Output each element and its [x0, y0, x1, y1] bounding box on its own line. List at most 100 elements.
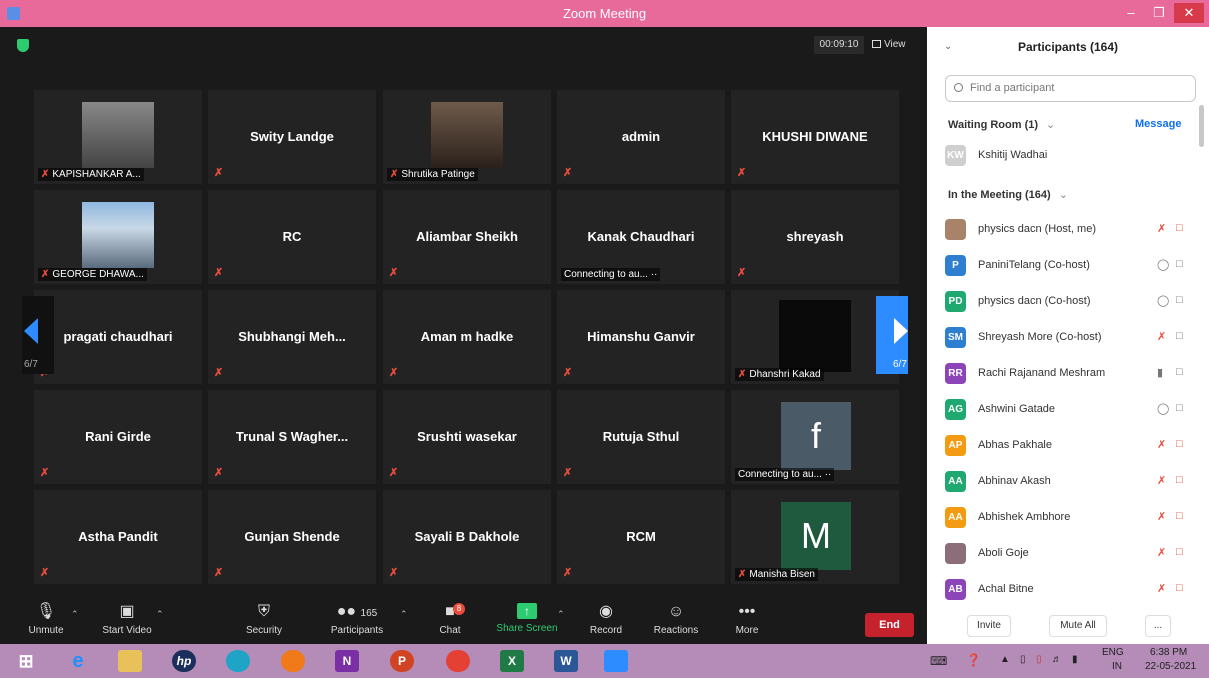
waiting-room-header[interactable]: Waiting Room (1) ⌄ — [948, 118, 1055, 131]
share-screen-button[interactable]: ↑ Share Screen — [493, 603, 561, 634]
close-button[interactable]: ✕ — [1174, 3, 1204, 23]
participant-row[interactable]: AP Abhas Pakhale ✗ □ — [945, 433, 1197, 459]
encryption-shield-icon[interactable] — [17, 39, 29, 52]
tray-overflow-icon[interactable]: ▲ — [1000, 654, 1010, 665]
minimize-button[interactable]: – — [1118, 3, 1144, 23]
mic-icon[interactable]: ◯ — [1157, 294, 1169, 307]
video-tile[interactable]: Shubhangi Meh... ✗ — [208, 290, 376, 384]
video-tile[interactable]: Aliambar Sheikh ✗ — [383, 190, 551, 284]
video-off-icon[interactable]: □ — [1176, 222, 1183, 234]
video-tile[interactable]: Rani Girde ✗ — [34, 390, 202, 484]
end-meeting-button[interactable]: End — [865, 613, 914, 637]
keyboard-icon[interactable]: ⌨ — [930, 654, 947, 668]
mic-muted-icon[interactable]: ✗ — [1157, 474, 1166, 487]
video-icon[interactable]: □ — [1176, 402, 1183, 414]
video-tile[interactable]: f Connecting to au... ·· — [731, 390, 899, 484]
in-meeting-header[interactable]: In the Meeting (164) ⌄ — [948, 188, 1068, 201]
mic-muted-icon[interactable]: ✗ — [1157, 222, 1166, 235]
video-off-icon[interactable]: □ — [1176, 546, 1183, 558]
mic-muted-icon[interactable]: ✗ — [1157, 510, 1166, 523]
video-icon[interactable]: □ — [1176, 258, 1183, 270]
start-video-button[interactable]: ▣ Start Video — [96, 603, 158, 636]
video-tile[interactable]: Gunjan Shende ✗ — [208, 490, 376, 584]
video-tile[interactable]: shreyash ✗ — [731, 190, 899, 284]
participant-row[interactable]: physics dacn (Host, me) ✗ □ — [945, 217, 1197, 243]
network-error-icon[interactable]: ▯ — [1036, 654, 1042, 665]
video-tile[interactable]: Srushti wasekar ✗ — [383, 390, 551, 484]
mic-icon[interactable]: ◯ — [1157, 402, 1169, 415]
video-tile[interactable]: KHUSHI DIWANE ✗ — [731, 90, 899, 184]
video-icon[interactable]: □ — [1176, 330, 1183, 342]
video-tile[interactable]: Himanshu Ganvir ✗ — [557, 290, 725, 384]
chat-button[interactable]: ■ Chat 8 — [432, 603, 468, 636]
participant-search-input[interactable]: Find a participant — [945, 75, 1196, 102]
invite-button[interactable]: Invite — [967, 615, 1011, 637]
waiting-participant-row[interactable]: KW Kshitij Wadhai — [945, 143, 1197, 169]
powerpoint-icon[interactable]: P — [390, 650, 414, 672]
internet-explorer-icon[interactable]: e — [66, 650, 90, 672]
mic-muted-icon[interactable]: ✗ — [1157, 582, 1166, 595]
video-tile[interactable]: pragati chaudhari✗ — [34, 290, 202, 384]
video-off-icon[interactable]: □ — [1176, 438, 1183, 450]
signal-icon[interactable]: ▮ — [1072, 654, 1078, 665]
video-tile[interactable]: Aman m hadke ✗ — [383, 290, 551, 384]
video-tile[interactable]: RCM ✗ — [557, 490, 725, 584]
video-off-icon[interactable]: □ — [1176, 510, 1183, 522]
word-icon[interactable]: W — [554, 650, 578, 672]
video-icon[interactable]: □ — [1176, 366, 1183, 378]
mute-all-button[interactable]: Mute All — [1049, 615, 1107, 637]
record-button[interactable]: ◉ Record — [586, 603, 626, 636]
zoom-taskbar-icon[interactable] — [604, 650, 628, 672]
participant-row[interactable]: P PaniniTelang (Co-host) ◯ □ — [945, 253, 1197, 279]
video-tile[interactable]: ✗ KAPISHANKAR A... — [34, 90, 202, 184]
video-tile[interactable]: Trunal S Wagher... ✗ — [208, 390, 376, 484]
chrome-icon[interactable] — [446, 650, 470, 672]
volume-icon[interactable]: ♬ — [1052, 654, 1062, 665]
participant-row[interactable]: AA Abhishek Ambhore ✗ □ — [945, 505, 1197, 531]
view-button[interactable]: View — [872, 36, 918, 54]
participants-button[interactable]: ●● 165 Participants — [325, 603, 389, 636]
windows-start-icon[interactable]: ⊞ — [14, 650, 38, 672]
mic-icon[interactable]: ▮ — [1157, 366, 1163, 379]
firefox-icon[interactable] — [281, 650, 305, 672]
participant-row[interactable]: AB Achal Bitne ✗ □ — [945, 577, 1197, 603]
maximize-button[interactable]: ❐ — [1146, 3, 1172, 23]
video-off-icon[interactable]: □ — [1176, 582, 1183, 594]
video-tile[interactable]: Rutuja Sthul ✗ — [557, 390, 725, 484]
video-tile[interactable]: RC ✗ — [208, 190, 376, 284]
video-off-icon[interactable]: □ — [1176, 474, 1183, 486]
participant-row[interactable]: RR Rachi Rajanand Meshram ▮ □ — [945, 361, 1197, 387]
hp-icon[interactable]: hp — [172, 650, 196, 672]
mic-muted-icon[interactable]: ✗ — [1157, 438, 1166, 451]
unmute-button[interactable]: 🎙︎ Unmute — [22, 603, 70, 636]
mic-muted-icon[interactable]: ✗ — [1157, 330, 1166, 343]
video-tile[interactable]: ✗ GEORGE DHAWA... — [34, 190, 202, 284]
input-language[interactable]: ENG — [1102, 647, 1124, 658]
video-tile[interactable]: Kanak Chaudhari Connecting to au... ·· — [557, 190, 725, 284]
mic-icon[interactable]: ◯ — [1157, 258, 1169, 271]
security-button[interactable]: ⛨ Security — [240, 603, 288, 636]
video-tile[interactable]: ✗ Shrutika Patinge — [383, 90, 551, 184]
battery-icon[interactable]: ▯ — [1020, 654, 1026, 665]
onenote-icon[interactable]: N — [335, 650, 359, 672]
excel-icon[interactable]: X — [500, 650, 524, 672]
video-tile[interactable]: admin ✗ — [557, 90, 725, 184]
panel-more-button[interactable]: ... — [1145, 615, 1171, 637]
participant-row[interactable]: SM Shreyash More (Co-host) ✗ □ — [945, 325, 1197, 351]
participant-list-scrollbar[interactable] — [1199, 105, 1204, 147]
video-tile[interactable]: Astha Pandit ✗ — [34, 490, 202, 584]
participant-row[interactable]: Aboli Goje ✗ □ — [945, 541, 1197, 567]
clock-time[interactable]: 6:38 PM — [1150, 647, 1187, 658]
video-tile[interactable]: Swity Landge ✗ — [208, 90, 376, 184]
participant-row[interactable]: AG Ashwini Gatade ◯ □ — [945, 397, 1197, 423]
video-tile[interactable]: M ✗ Manisha Bisen — [731, 490, 899, 584]
edge-icon[interactable] — [226, 650, 250, 672]
reactions-button[interactable]: ☺ Reactions — [650, 603, 702, 636]
mic-muted-icon[interactable]: ✗ — [1157, 546, 1166, 559]
help-icon[interactable]: ❓ — [966, 653, 981, 667]
more-button[interactable]: ••• More — [730, 603, 764, 636]
video-tile[interactable]: Sayali B Dakhole ✗ — [383, 490, 551, 584]
message-waiting-link[interactable]: Message — [1135, 118, 1181, 130]
participant-row[interactable]: AA Abhinav Akash ✗ □ — [945, 469, 1197, 495]
participant-row[interactable]: PD physics dacn (Co-host) ◯ □ — [945, 289, 1197, 315]
